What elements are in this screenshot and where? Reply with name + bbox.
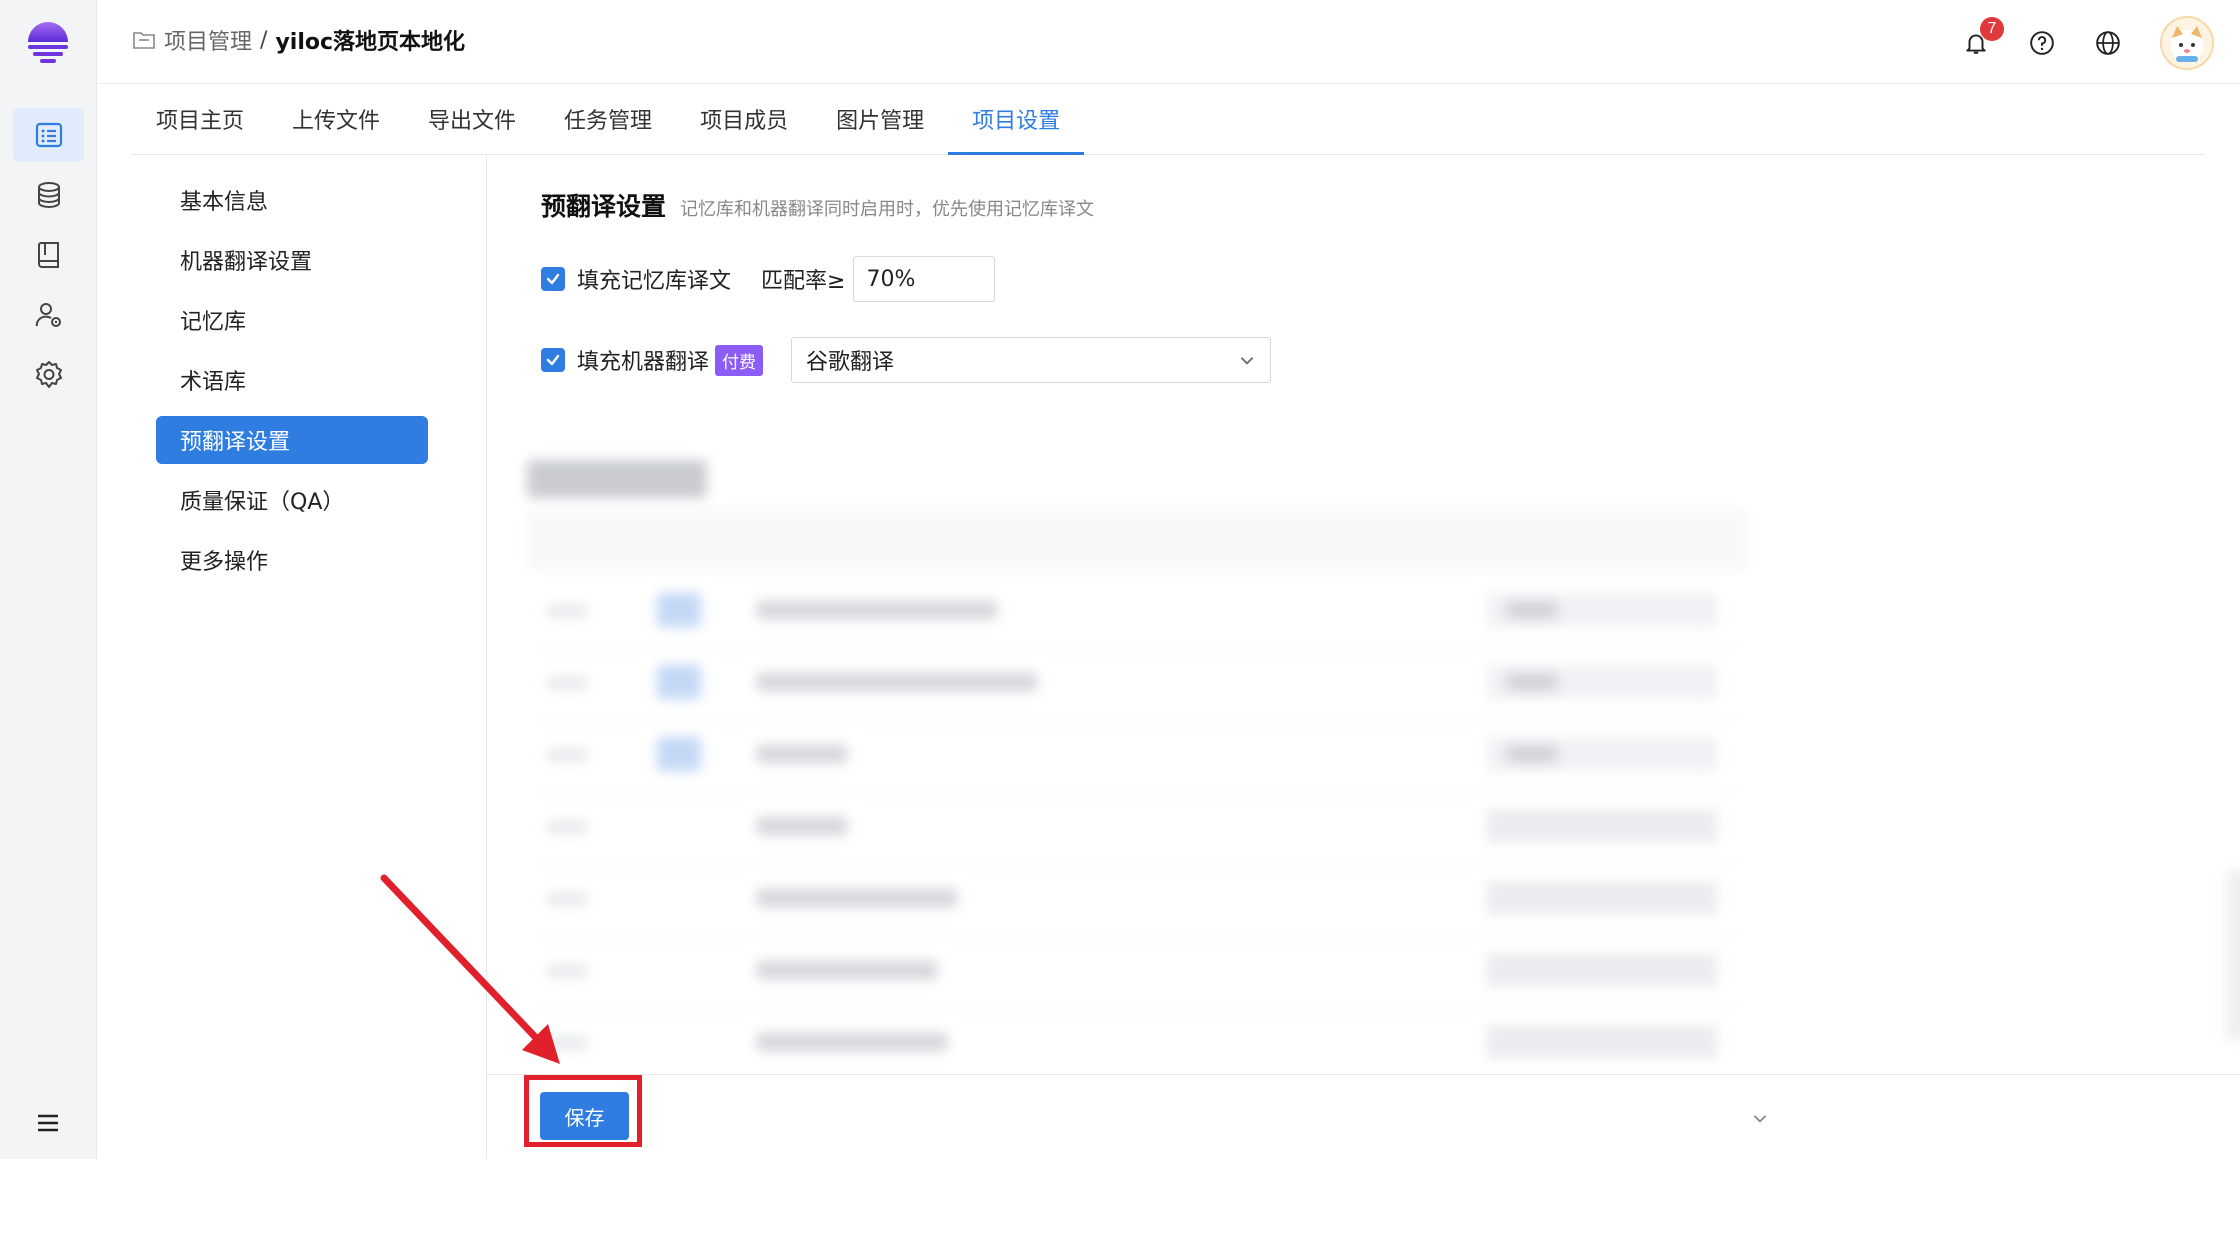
chevron-down-icon [1753, 1115, 1767, 1123]
table-row [527, 575, 1747, 648]
menu-tm[interactable]: 记忆库 [156, 296, 428, 344]
notification-badge: 7 [1980, 17, 2004, 41]
database-icon [37, 182, 60, 208]
notification-button[interactable]: 7 [1954, 17, 2004, 65]
gear-icon [35, 361, 62, 388]
avatar-image-icon [2171, 26, 2203, 62]
footer-expand-button[interactable] [1745, 1103, 1775, 1133]
breadcrumb-current: yiloc落地页本地化 [275, 30, 466, 55]
tab-export[interactable]: 导出文件 [404, 84, 540, 154]
tab-home[interactable]: 项目主页 [132, 84, 268, 154]
menu-qa[interactable]: 质量保证（QA） [156, 476, 428, 524]
match-rate-label: 匹配率≥ [761, 269, 846, 294]
table-row [527, 791, 1747, 864]
globe-icon [2096, 31, 2120, 55]
table-row [527, 647, 1747, 720]
rail-glossary[interactable] [13, 228, 84, 282]
section-title: 预翻译设置 [541, 192, 667, 221]
table-row [527, 719, 1747, 792]
table-row [527, 935, 1747, 1008]
menu-more[interactable]: 更多操作 [156, 536, 428, 584]
check-icon [546, 273, 560, 285]
mt-engine-select[interactable]: 谷歌翻译 [791, 337, 1272, 383]
menu-toggle[interactable] [28, 1103, 68, 1143]
menu-pretranslate[interactable]: 预翻译设置 [156, 416, 428, 464]
breadcrumb-separator: / [260, 27, 268, 53]
hamburger-icon [38, 1114, 58, 1132]
app-logo-icon[interactable] [24, 18, 72, 66]
menu-termbase[interactable]: 术语库 [156, 356, 428, 404]
folder-icon [133, 32, 155, 49]
paid-badge: 付费 [715, 344, 764, 376]
fill-mt-checkbox[interactable] [541, 348, 565, 372]
menu-mt-settings[interactable]: 机器翻译设置 [156, 236, 428, 284]
tab-settings[interactable]: 项目设置 [948, 84, 1085, 155]
settings-menu: 基本信息 机器翻译设置 记忆库 术语库 预翻译设置 质量保证（QA） 更多操作 [156, 176, 428, 596]
menu-basic-info[interactable]: 基本信息 [156, 176, 428, 224]
breadcrumb-parent[interactable]: 项目管理 [164, 24, 252, 56]
fill-tm-label: 填充记忆库译文 [577, 269, 732, 294]
left-rail [0, 0, 97, 1159]
tab-tasks[interactable]: 任务管理 [540, 84, 676, 154]
fill-mt-row: 填充机器翻译 付费 谷歌翻译 [541, 336, 1272, 384]
fill-mt-label: 填充机器翻译 [577, 350, 710, 375]
mt-engine-value: 谷歌翻译 [806, 350, 895, 375]
table-row [527, 863, 1747, 936]
fill-tm-row: 填充记忆库译文 匹配率≥ 70% [541, 255, 996, 303]
project-tabs: 项目主页 上传文件 导出文件 任务管理 项目成员 图片管理 项目设置 [132, 84, 2204, 155]
chevron-down-icon [1240, 357, 1254, 365]
blurred-scrollbar [2227, 870, 2240, 1040]
book-icon [37, 242, 59, 268]
tab-upload[interactable]: 上传文件 [268, 84, 404, 154]
table-row [527, 1007, 1747, 1080]
footer-bar: 保存 [487, 1074, 2240, 1160]
breadcrumb: 项目管理 / yiloc落地页本地化 [132, 24, 465, 56]
section-hint: 记忆库和机器翻译同时启用时，优先使用记忆库译文 [680, 199, 1095, 220]
save-button[interactable]: 保存 [540, 1092, 629, 1140]
user-avatar[interactable] [2160, 16, 2214, 70]
header-actions: 7 [1932, 16, 2214, 70]
rail-database[interactable] [13, 168, 84, 222]
tab-members[interactable]: 项目成员 [676, 84, 812, 154]
blurred-header [527, 510, 1747, 570]
section-header: 预翻译设置 记忆库和机器翻译同时启用时，优先使用记忆库译文 [541, 187, 1094, 223]
list-icon [35, 122, 62, 148]
user-gear-icon [35, 303, 61, 327]
rail-projects[interactable] [13, 108, 84, 162]
help-button[interactable] [2020, 21, 2064, 65]
rail-user-settings[interactable] [13, 288, 84, 342]
blurred-title [527, 460, 707, 498]
rail-settings[interactable] [13, 348, 84, 402]
language-button[interactable] [2086, 21, 2130, 65]
help-icon [2030, 31, 2054, 55]
check-icon [546, 354, 560, 366]
pretranslate-panel: 预翻译设置 记忆库和机器翻译同时启用时，优先使用记忆库译文 填充记忆库译文 匹配… [487, 155, 2240, 1160]
tab-images[interactable]: 图片管理 [812, 84, 948, 154]
top-header: 项目管理 / yiloc落地页本地化 7 [96, 0, 2240, 84]
fill-tm-checkbox[interactable] [541, 267, 565, 291]
match-rate-input[interactable]: 70% [853, 256, 996, 302]
